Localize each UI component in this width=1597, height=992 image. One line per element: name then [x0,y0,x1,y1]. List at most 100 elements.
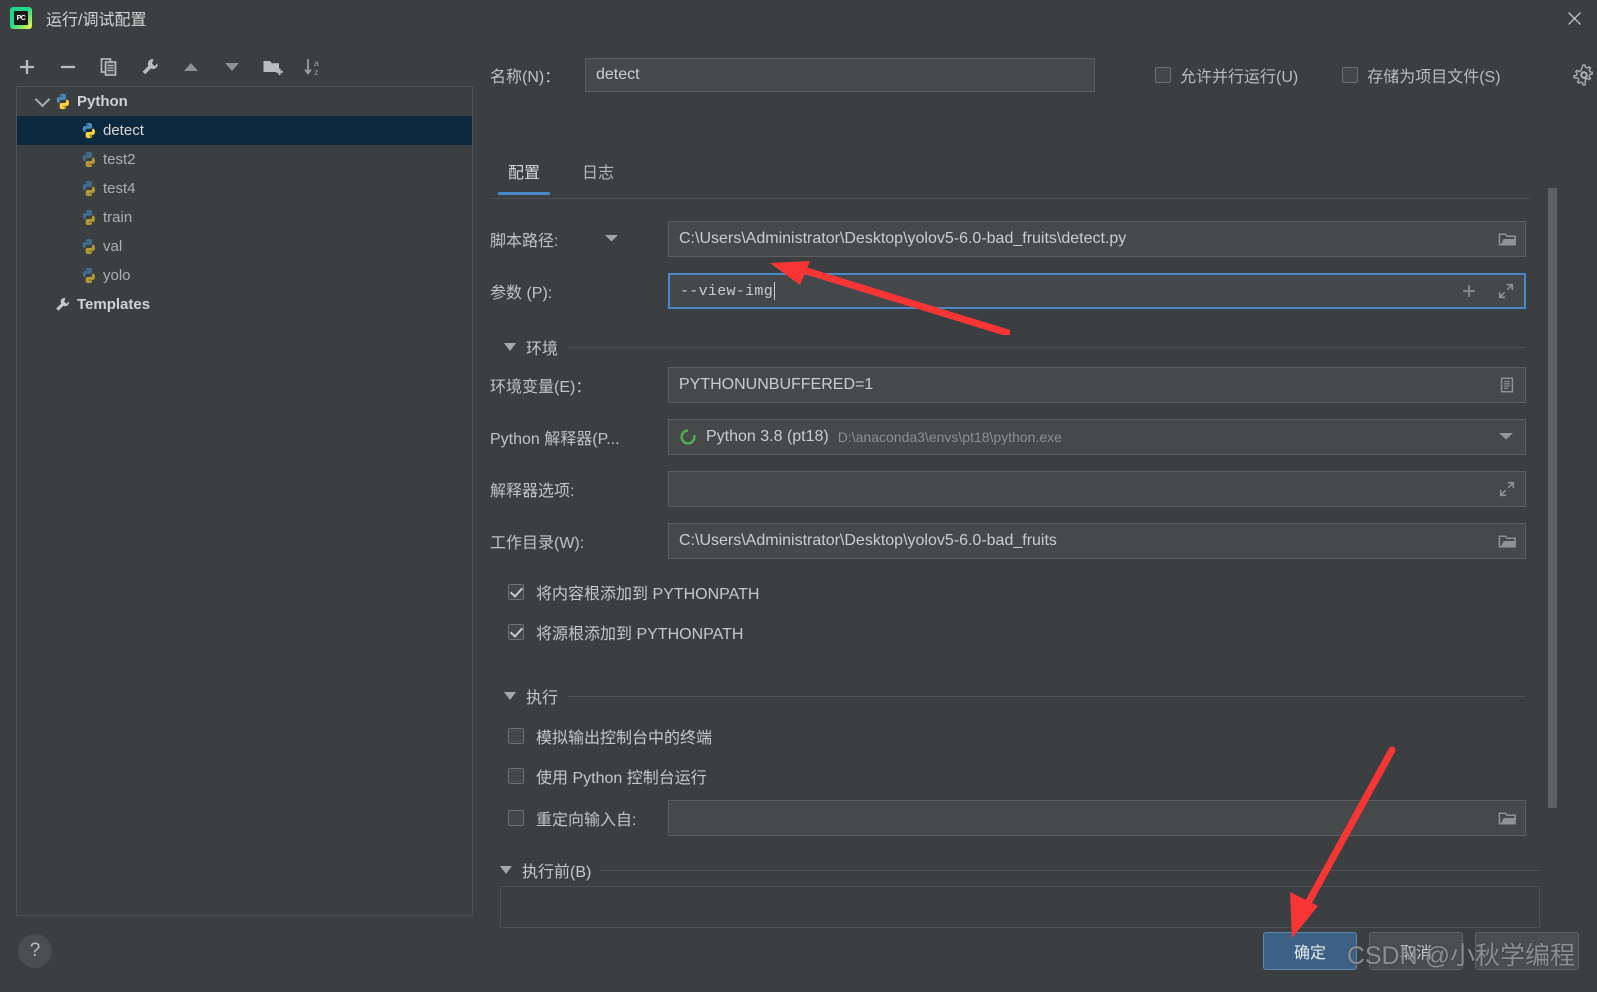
environment-section-label: 环境 [526,341,559,358]
scrollbar-thumb[interactable] [1548,188,1557,808]
interpreter-path: D:\anaconda3\envs\pt18\python.exe [837,429,1062,445]
expand-icon[interactable] [1497,282,1516,301]
arrow-down-icon[interactable] [219,54,245,80]
working-directory-input[interactable]: C:\Users\Administrator\Desktop\yolov5-6.… [668,523,1526,559]
remove-configuration-button[interactable] [55,54,81,80]
interpreter-value: Python 3.8 (pt18) [706,428,829,445]
redirect-input-field[interactable] [668,800,1526,836]
chevron-down-icon[interactable] [604,230,619,248]
python-icon [79,209,99,226]
tree-node-test2[interactable]: test2 [17,145,472,174]
conda-circle-icon [679,428,697,446]
execution-section-label: 执行 [526,690,559,707]
run-with-console-checkbox[interactable]: 使用 Python 控制台运行 [508,764,707,788]
chevron-down-icon[interactable] [1498,428,1517,447]
redirect-input-label: 重定向输入自: [536,812,637,829]
working-directory-value: C:\Users\Administrator\Desktop\yolov5-6.… [679,532,1057,549]
cancel-button[interactable]: 取消 [1369,932,1463,970]
tree-node-detect[interactable]: detect [17,116,472,145]
script-path-input[interactable]: C:\Users\Administrator\Desktop\yolov5-6.… [668,221,1526,257]
checkbox-box [1342,67,1359,83]
tree-node-yolo[interactable]: yolo [17,261,472,290]
allow-parallel-run-checkbox[interactable]: 允许并行运行(U) [1155,63,1298,87]
script-path-label-text: 脚本路径: [490,233,559,250]
triangle-down-icon[interactable] [504,692,516,700]
copy-configuration-button[interactable] [96,54,122,80]
interpreter-options-label: 解释器选项: [490,483,575,500]
folder-icon[interactable] [1498,230,1517,249]
interpreter-options-row: 解释器选项: [490,470,1530,508]
tree-node-test4[interactable]: test4 [17,174,472,203]
wrench-icon [53,296,73,313]
triangle-down-icon[interactable] [504,343,516,351]
editor-tabs: 配置 日志 [490,151,632,195]
help-button[interactable]: ? [18,934,52,968]
tab-label: 配置 [508,165,541,182]
tree-node-label: val [103,238,123,255]
store-as-project-file-checkbox[interactable]: 存储为项目文件(S) [1342,63,1501,87]
store-as-project-file-label: 存储为项目文件(S) [1367,69,1501,86]
emulate-terminal-checkbox[interactable]: 模拟输出控制台中的终端 [508,724,712,748]
add-source-roots-checkbox[interactable]: 将源根添加到 PYTHONPATH [508,620,743,644]
sort-az-icon[interactable]: a z [301,54,327,80]
env-vars-label: 环境变量(E)： [490,379,592,396]
settings-panel: 脚本路径: C:\Users\Administrator\Desktop\yol… [490,202,1530,902]
apply-button[interactable] [1475,932,1579,970]
tree-node-python[interactable]: Python [17,87,472,116]
add-content-roots-checkbox[interactable]: 将内容根添加到 PYTHONPATH [508,580,759,604]
add-source-roots-label: 将源根添加到 PYTHONPATH [536,626,744,643]
environment-section-header[interactable]: 环境 [504,335,1526,359]
configurations-tree[interactable]: Python detect test2 test4 train val yolo… [16,86,473,916]
section-divider [601,869,1540,871]
document-icon[interactable] [1498,376,1517,395]
title-bar: PC 运行/调试配置 [0,0,1597,36]
execution-section-header[interactable]: 执行 [504,684,1526,708]
run-debug-configurations-dialog: PC 运行/调试配置 a z Python detect test2 test4… [0,0,1597,992]
insert-macro-icon[interactable] [1460,282,1479,301]
tree-node-val[interactable]: val [17,232,472,261]
close-icon[interactable] [1551,0,1597,36]
dialog-buttons: 确定 取消 [1263,932,1579,970]
before-launch-section-header[interactable]: 执行前(B) [500,858,1540,882]
checkbox-box [1155,67,1171,83]
add-configuration-button[interactable] [14,54,40,80]
before-launch-task-list[interactable] [500,886,1540,928]
settings-scrollbar[interactable] [1547,188,1558,928]
interpreter-options-input[interactable] [668,471,1526,507]
tab-logs[interactable]: 日志 [564,151,632,195]
parameters-value: --view-img [680,282,774,300]
gear-icon[interactable] [1573,64,1595,86]
parameters-label: 参数 (P): [490,285,553,302]
arrow-up-icon[interactable] [178,54,204,80]
redirect-input-label-wrap[interactable]: 重定向输入自: [490,806,668,830]
wrench-icon[interactable] [137,54,163,80]
name-input[interactable]: detect [585,58,1095,92]
tree-node-templates[interactable]: Templates [17,87,472,915]
parameters-field[interactable]: --view-img [668,273,1526,309]
folder-icon[interactable] [1498,532,1517,551]
env-vars-input[interactable]: PYTHONUNBUFFERED=1 [668,367,1526,403]
env-vars-value: PYTHONUNBUFFERED=1 [679,376,874,393]
interpreter-dropdown[interactable]: Python 3.8 (pt18) D:\anaconda3\envs\pt18… [668,419,1526,455]
name-value: detect [596,66,640,83]
python-icon [79,151,99,168]
folder-icon[interactable] [1498,809,1517,828]
python-icon [53,93,73,110]
configurations-toolbar: a z [14,48,327,86]
triangle-down-icon[interactable] [500,866,512,874]
checkbox-box [508,584,524,600]
pycharm-icon: PC [10,7,32,29]
tree-node-train[interactable]: train [17,203,472,232]
ok-button[interactable]: 确定 [1263,932,1357,970]
run-with-console-label: 使用 Python 控制台运行 [536,770,707,787]
expand-icon[interactable] [1498,480,1517,499]
allow-parallel-run-label: 允许并行运行(U) [1180,69,1299,86]
tab-divider [490,198,1530,199]
checkbox-box [508,624,524,640]
python-icon [79,267,99,284]
folder-plus-icon[interactable] [260,54,286,80]
section-divider [568,695,1526,697]
expand-chevron-icon[interactable] [31,91,53,108]
tab-configuration[interactable]: 配置 [490,151,558,195]
tree-node-label: detect [103,122,144,139]
